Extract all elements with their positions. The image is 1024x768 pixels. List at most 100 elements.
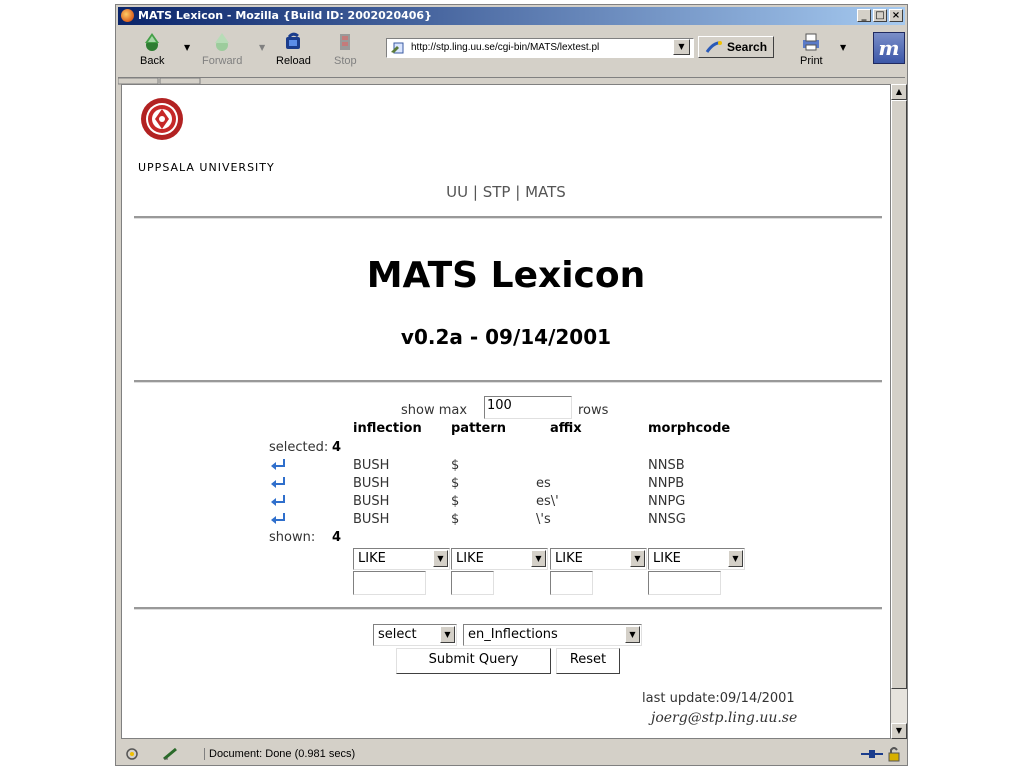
cell-inflection: BUSH bbox=[353, 458, 390, 473]
print-dropdown-icon[interactable]: ▼ bbox=[840, 43, 846, 52]
pattern-filter-input[interactable] bbox=[451, 571, 494, 595]
page-title: MATS Lexicon bbox=[366, 255, 646, 296]
cell-pattern: $ bbox=[451, 512, 460, 527]
print-label: Print bbox=[800, 55, 823, 67]
nav-separator: | bbox=[472, 183, 478, 201]
reload-icon bbox=[286, 32, 301, 49]
back-button[interactable]: Back bbox=[140, 31, 164, 67]
select-value: LIKE bbox=[456, 551, 484, 566]
online-status-icon[interactable] bbox=[861, 748, 883, 760]
search-icon bbox=[705, 41, 722, 53]
print-button[interactable]: Print bbox=[800, 31, 823, 67]
inflection-filter-input[interactable] bbox=[353, 571, 426, 595]
rows-label: rows bbox=[578, 403, 609, 418]
back-label: Back bbox=[140, 55, 165, 67]
pattern-operator-select[interactable]: LIKE ▼ bbox=[451, 548, 548, 570]
status-bar: Document: Done (0.981 secs) bbox=[118, 745, 905, 765]
minimize-button[interactable]: _ bbox=[857, 9, 871, 22]
morphcode-operator-select[interactable]: LIKE ▼ bbox=[648, 548, 745, 570]
page-content: UPPSALA UNIVERSITY UU | STP | MATS MATS … bbox=[121, 84, 891, 739]
cell-inflection: BUSH bbox=[353, 494, 390, 509]
version-subtitle: v0.2a - 09/14/2001 bbox=[400, 325, 612, 349]
cell-affix: \'s bbox=[536, 512, 551, 527]
close-button[interactable]: × bbox=[889, 9, 903, 22]
cell-pattern: $ bbox=[451, 476, 460, 491]
select-value: LIKE bbox=[358, 551, 386, 566]
chevron-down-icon: ▼ bbox=[625, 626, 640, 643]
last-update: last update:09/14/2001 bbox=[642, 691, 795, 706]
chevron-down-icon: ▼ bbox=[728, 550, 743, 567]
scroll-up-icon[interactable]: ▲ bbox=[891, 84, 907, 100]
nav-separator: | bbox=[515, 183, 521, 201]
scroll-down-icon[interactable]: ▼ bbox=[891, 723, 907, 739]
nav-stp-link[interactable]: STP bbox=[483, 183, 511, 201]
url-dropdown-icon[interactable]: ▼ bbox=[673, 39, 690, 55]
contact-email[interactable]: joerg@stp.ling.uu.se bbox=[651, 710, 797, 726]
show-max-label: show max bbox=[401, 403, 468, 418]
site-nav: UU | STP | MATS bbox=[122, 183, 890, 201]
cell-affix: es bbox=[536, 476, 551, 491]
component-bar-icon[interactable] bbox=[122, 747, 142, 761]
mozilla-throbber[interactable]: m bbox=[873, 32, 905, 64]
selected-label: selected: bbox=[269, 440, 329, 455]
vertical-scrollbar[interactable]: ▲ ▼ bbox=[891, 84, 907, 739]
forward-dropdown-icon[interactable]: ▼ bbox=[259, 43, 265, 52]
reload-button[interactable]: Reload bbox=[276, 31, 311, 67]
chevron-down-icon: ▼ bbox=[440, 626, 455, 643]
return-arrow-icon[interactable] bbox=[271, 458, 287, 470]
shown-count: 4 bbox=[332, 530, 342, 545]
security-lock-icon[interactable] bbox=[887, 746, 901, 762]
window-title: MATS Lexicon - Mozilla {Build ID: 200202… bbox=[138, 9, 432, 22]
nav-mats-link[interactable]: MATS bbox=[525, 183, 566, 201]
back-arrow-icon bbox=[145, 33, 160, 51]
action-select[interactable]: select ▼ bbox=[373, 624, 457, 646]
cell-pattern: $ bbox=[451, 494, 460, 509]
url-field[interactable]: http://stp.ling.uu.se/cgi-bin/MATS/lexte… bbox=[386, 38, 694, 58]
select-value: LIKE bbox=[555, 551, 583, 566]
uppsala-university-seal bbox=[141, 98, 183, 140]
return-arrow-icon[interactable] bbox=[271, 476, 287, 488]
reload-label: Reload bbox=[276, 55, 311, 67]
max-rows-input[interactable]: 100 bbox=[484, 396, 572, 419]
cell-morphcode: NNSG bbox=[648, 512, 686, 527]
title-bar: MATS Lexicon - Mozilla {Build ID: 200202… bbox=[118, 7, 905, 25]
forward-arrow-icon bbox=[215, 33, 230, 51]
university-name: UPPSALA UNIVERSITY bbox=[138, 161, 275, 174]
shown-label: shown: bbox=[269, 530, 316, 545]
cell-inflection: BUSH bbox=[353, 476, 390, 491]
printer-icon bbox=[803, 33, 820, 51]
nav-uu-link[interactable]: UU bbox=[446, 183, 468, 201]
affix-filter-input[interactable] bbox=[550, 571, 593, 595]
inflection-operator-select[interactable]: LIKE ▼ bbox=[353, 548, 450, 570]
column-header-affix: affix bbox=[550, 421, 582, 436]
select-value: select bbox=[378, 627, 417, 642]
morphcode-filter-input[interactable] bbox=[648, 571, 721, 595]
status-text: Document: Done (0.981 secs) bbox=[204, 748, 355, 760]
reset-button[interactable]: Reset bbox=[556, 648, 620, 674]
column-header-morphcode: morphcode bbox=[648, 421, 731, 436]
column-header-inflection: inflection bbox=[353, 421, 422, 436]
return-arrow-icon[interactable] bbox=[271, 512, 287, 524]
selected-count: 4 bbox=[332, 440, 342, 455]
affix-operator-select[interactable]: LIKE ▼ bbox=[550, 548, 647, 570]
submit-query-button[interactable]: Submit Query bbox=[396, 648, 551, 674]
composer-icon[interactable] bbox=[162, 747, 180, 761]
back-dropdown-icon[interactable]: ▼ bbox=[184, 43, 190, 52]
chevron-down-icon: ▼ bbox=[433, 550, 448, 567]
stop-label: Stop bbox=[334, 55, 357, 67]
lexicon-select[interactable]: en_Inflections ▼ bbox=[463, 624, 642, 646]
forward-button[interactable]: Forward bbox=[202, 31, 242, 67]
return-arrow-icon[interactable] bbox=[271, 494, 287, 506]
search-button[interactable]: Search bbox=[698, 36, 774, 58]
divider bbox=[134, 607, 882, 610]
cell-inflection: BUSH bbox=[353, 512, 390, 527]
mozilla-icon bbox=[121, 9, 134, 22]
forward-label: Forward bbox=[202, 55, 243, 67]
stop-button[interactable]: Stop bbox=[334, 31, 357, 67]
scroll-thumb[interactable] bbox=[891, 100, 907, 689]
page-icon bbox=[391, 42, 404, 54]
select-value: LIKE bbox=[653, 551, 681, 566]
maximize-button[interactable]: □ bbox=[873, 9, 887, 22]
select-value: en_Inflections bbox=[468, 627, 558, 642]
navigation-toolbar: Back ▼ Forward ▼ Reload Stop http://stp.… bbox=[118, 27, 905, 78]
